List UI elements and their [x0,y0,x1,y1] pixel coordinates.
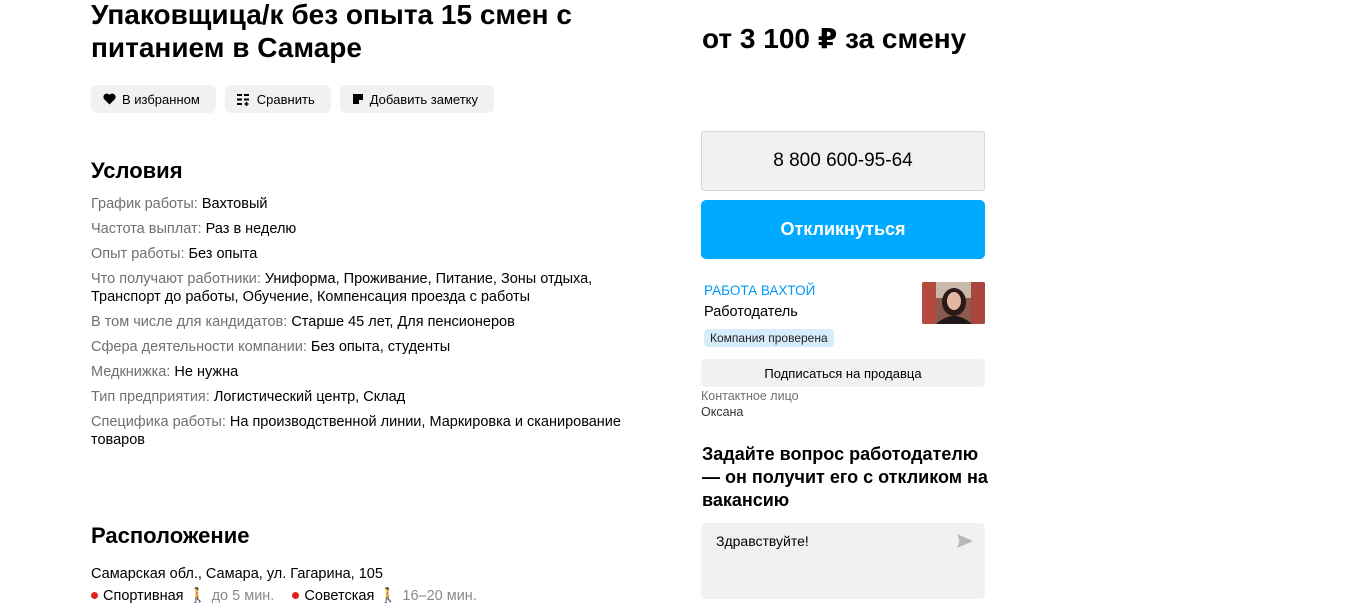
condition-row: График работы: Вахтовый [91,195,651,213]
seller-role: Работодатель [704,304,798,320]
condition-value: Логистический центр, Склад [213,389,406,405]
subscribe-button[interactable]: Подписаться на продавца [701,359,985,387]
condition-key: Опыт работы: [91,246,185,262]
seller-name-link[interactable]: РАБОТА ВАХТОЙ [704,283,815,298]
action-buttons: В избранном Сравнить Добавить заметку [91,85,495,113]
compare-button[interactable]: Сравнить [224,85,331,113]
condition-row: Медкнижка: Не нужна [91,363,651,381]
condition-row: Тип предприятия: Логистический центр, Ск… [91,388,651,406]
condition-value: Без опыта, студенты [310,339,451,355]
contact-person-name: Оксана [701,405,744,419]
walking-person-icon: 🚶 [188,588,207,604]
add-note-button[interactable]: Добавить заметку [339,85,495,113]
condition-value: Раз в неделю [205,221,297,237]
condition-key: Сфера деятельности компании: [91,339,307,355]
address: Самарская обл., Самара, ул. Гагарина, 10… [91,566,383,582]
note-icon [352,93,364,105]
metro-station-name: Советская [304,587,375,604]
favorite-button[interactable]: В избранном [91,85,216,113]
condition-key: Частота выплат: [91,221,202,237]
condition-key: Что получают работники: [91,271,261,287]
add-note-label: Добавить заметку [369,91,479,107]
compare-label: Сравнить [256,91,315,107]
condition-key: График работы: [91,196,198,212]
conditions-heading: Условия [91,158,183,183]
compare-icon [236,93,251,106]
respond-button[interactable]: Откликнуться [701,200,985,259]
walking-person-icon: 🚶 [379,588,398,604]
show-phone-button[interactable]: 8 800 600-95-64 [701,131,985,191]
condition-key: Медкнижка: [91,364,171,380]
metro-station: Спортивная 🚶 до 5 мин. [91,587,274,604]
conditions-list: График работы: Вахтовый Частота выплат: … [91,195,651,456]
condition-value: Без опыта [188,246,258,262]
condition-row: В том числе для кандидатов: Старше 45 ле… [91,313,651,331]
metro-walk-time: 16–20 мин. [402,587,477,604]
condition-row: Частота выплат: Раз в неделю [91,220,651,238]
metro-line-dot [292,592,300,599]
metro-line-dot [91,592,98,599]
message-input[interactable]: Здравствуйте! [716,533,936,583]
location-heading: Расположение [91,523,250,548]
ask-question-heading: Задайте вопрос работодателю — он получит… [702,444,988,510]
condition-key: В том числе для кандидатов: [91,314,288,330]
seller-avatar[interactable] [922,282,985,324]
contact-person-label: Контактное лицо [701,389,799,403]
heart-icon [103,93,116,105]
condition-value: Не нужна [174,364,239,380]
salary-price: от 3 100 ₽ за смену [702,23,967,54]
send-icon[interactable] [957,534,973,553]
metro-stations: Спортивная 🚶 до 5 мин. Советская 🚶 16–20… [91,587,477,604]
message-box: Здравствуйте! [701,523,985,599]
vacancy-title: Упаковщица/к без опыта 15 смен с питание… [91,0,572,63]
condition-row: Опыт работы: Без опыта [91,245,651,263]
condition-row: Сфера деятельности компании: Без опыта, … [91,338,651,356]
verified-badge: Компания проверена [704,329,834,347]
favorite-label: В избранном [122,91,200,107]
condition-row: Специфика работы: На производственной ли… [91,413,651,449]
metro-station-name: Спортивная [103,587,184,604]
condition-value: Старше 45 лет, Для пенсионеров [291,314,515,330]
condition-row: Что получают работники: Униформа, Прожив… [91,270,651,306]
condition-key: Специфика работы: [91,414,226,430]
metro-station: Советская 🚶 16–20 мин. [292,587,477,604]
condition-key: Тип предприятия: [91,389,210,405]
condition-value: Вахтовый [201,196,268,212]
metro-walk-time: до 5 мин. [211,587,275,604]
